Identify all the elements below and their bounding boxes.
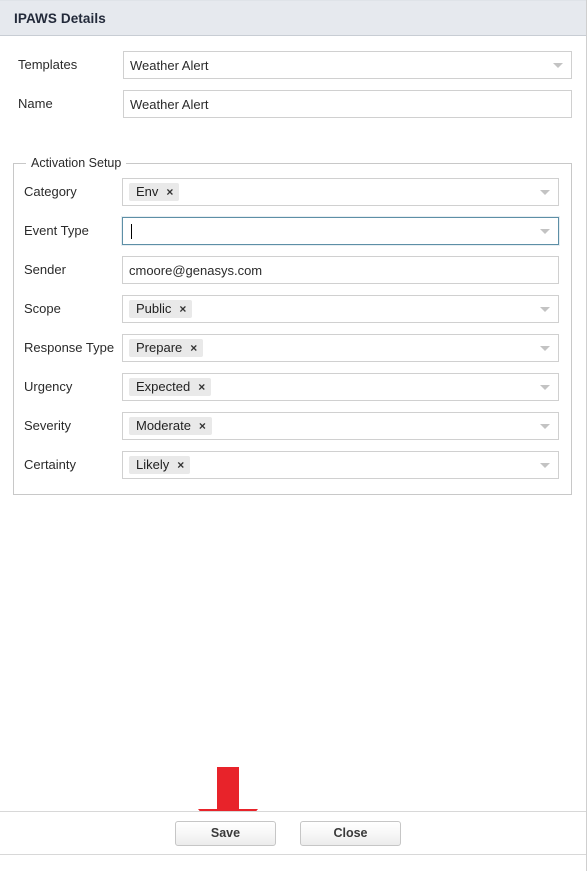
panel-titlebar: IPAWS Details	[0, 0, 586, 36]
scope-select[interactable]: Public ×	[122, 295, 559, 323]
chevron-down-icon	[540, 190, 550, 195]
chevron-down-icon	[540, 385, 550, 390]
scope-label: Scope	[24, 301, 61, 316]
chip: Moderate ×	[129, 417, 212, 435]
name-input[interactable]: Weather Alert	[123, 90, 572, 118]
form-row-certainty: Certainty Likely ×	[14, 451, 561, 479]
activation-setup-rows: Category Env × Event Type Sender cmoore@genas…	[14, 178, 561, 479]
chip-label: Prepare	[136, 340, 183, 355]
chip: Env ×	[129, 183, 180, 201]
form-row-name: Name Weather Alert	[0, 90, 572, 118]
chevron-down-icon	[540, 346, 550, 351]
panel-footer: Save Close	[0, 811, 586, 855]
chevron-down-icon	[553, 63, 563, 68]
response-type-label: Response Type	[24, 340, 115, 355]
text-cursor	[131, 223, 132, 239]
form-row-scope: Scope Public ×	[14, 295, 561, 323]
chip-remove-icon[interactable]: ×	[179, 303, 186, 315]
panel-body: Templates Weather Alert Name Weather Ale…	[0, 36, 586, 811]
footer-spacer	[0, 855, 586, 871]
response-type-select[interactable]: Prepare ×	[122, 334, 559, 362]
chip-label: Likely	[136, 457, 170, 472]
templates-value: Weather Alert	[130, 57, 209, 73]
chip-remove-icon[interactable]: ×	[198, 381, 205, 393]
top-form-rows: Templates Weather Alert Name Weather Ale…	[0, 51, 572, 118]
category-select[interactable]: Env ×	[122, 178, 559, 206]
certainty-label: Certainty	[24, 457, 77, 472]
sender-value: cmoore@genasys.com	[129, 262, 263, 278]
sender-input[interactable]: cmoore@genasys.com	[122, 256, 559, 284]
templates-select[interactable]: Weather Alert	[123, 51, 572, 79]
chip: Expected ×	[129, 378, 212, 396]
ipaws-details-panel: IPAWS Details Templates Weather Alert Na…	[0, 0, 587, 871]
close-button[interactable]: Close	[300, 820, 401, 846]
chip-remove-icon[interactable]: ×	[177, 459, 184, 471]
chip: Prepare ×	[129, 339, 204, 357]
form-row-category: Category Env ×	[14, 178, 561, 206]
event-type-select[interactable]	[122, 217, 559, 245]
chip-remove-icon[interactable]: ×	[190, 342, 197, 354]
chip-label: Moderate	[136, 418, 191, 433]
form-row-event-type: Event Type	[14, 217, 561, 245]
severity-label: Severity	[24, 418, 71, 433]
templates-label: Templates	[18, 57, 78, 72]
sender-label: Sender	[24, 262, 66, 277]
certainty-select[interactable]: Likely ×	[122, 451, 559, 479]
name-label: Name	[18, 96, 53, 111]
chevron-down-icon	[540, 229, 550, 234]
severity-select[interactable]: Moderate ×	[122, 412, 559, 440]
chip: Likely ×	[129, 456, 191, 474]
urgency-select[interactable]: Expected ×	[122, 373, 559, 401]
chip-label: Public	[136, 301, 172, 316]
chevron-down-icon	[540, 424, 550, 429]
urgency-label: Urgency	[24, 379, 73, 394]
activation-setup-legend: Activation Setup	[26, 156, 127, 170]
page-title: IPAWS Details	[14, 10, 106, 26]
event-type-label: Event Type	[24, 223, 89, 238]
chip-remove-icon[interactable]: ×	[166, 186, 173, 198]
chip-label: Expected	[136, 379, 191, 394]
form-row-response-type: Response Type Prepare ×	[14, 334, 561, 362]
form-row-urgency: Urgency Expected ×	[14, 373, 561, 401]
arrow-down-icon	[196, 765, 260, 811]
chip-remove-icon[interactable]: ×	[199, 420, 206, 432]
form-row-templates: Templates Weather Alert	[0, 51, 572, 79]
category-label: Category	[24, 184, 77, 199]
save-button[interactable]: Save	[175, 820, 276, 846]
chevron-down-icon	[540, 307, 550, 312]
name-value: Weather Alert	[130, 96, 209, 112]
form-row-sender: Sender cmoore@genasys.com	[14, 256, 561, 284]
chip: Public ×	[129, 300, 193, 318]
chevron-down-icon	[540, 463, 550, 468]
activation-setup-fieldset: Activation Setup Category Env × Event Type S…	[13, 156, 572, 495]
chip-label: Env	[136, 184, 159, 199]
form-row-severity: Severity Moderate ×	[14, 412, 561, 440]
